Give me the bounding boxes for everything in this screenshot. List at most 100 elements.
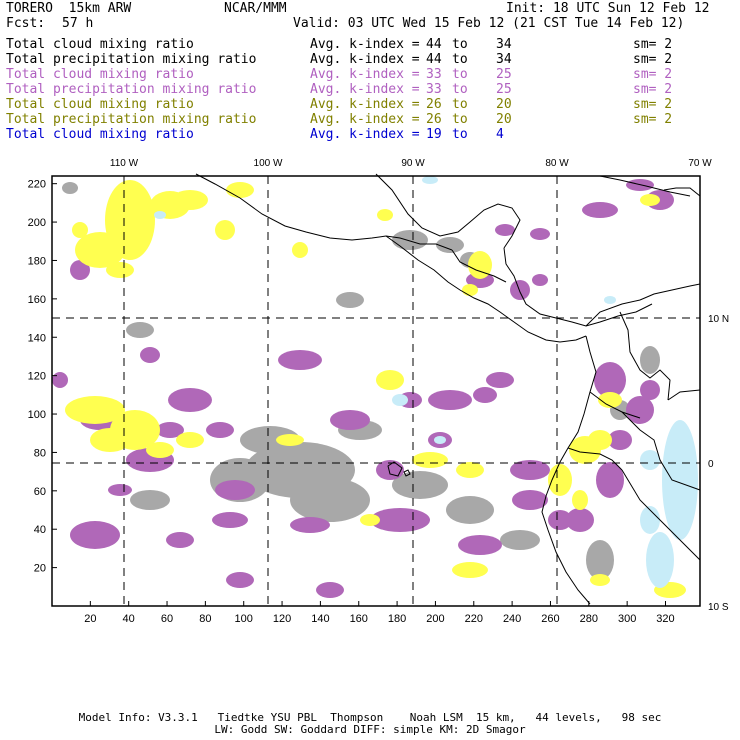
x-tick-label: 240 [503,613,521,625]
weather-map: 20 40 60 80 100 120 140 160 180 200 220 240 260 280 30… [28,158,729,625]
y-tick-label: 40 [34,524,46,536]
purple-cloud-area [52,372,68,388]
y-tick-label: 180 [28,255,46,267]
x-tick-label: 60 [161,613,173,625]
purple-cloud-area [140,347,160,363]
lightblue-cloud-area [392,394,408,406]
longitude-label: 100 W [254,158,283,169]
x-tick-label: 140 [311,613,329,625]
gray-cloud-area [446,496,494,524]
border-brazil-north [667,389,701,401]
longitude-label: 90 W [401,158,425,169]
lightblue-cloud-area [662,420,698,540]
x-tick-label: 20 [84,613,96,625]
purple-cloud-area [290,517,330,533]
x-tick-label: 100 [235,613,253,625]
model-info-line2: LW: Godd SW: Goddard DIFF: simple KM: 2D… [214,723,526,736]
x-tick-label: 160 [350,613,368,625]
coastline-south-america-north [585,283,701,327]
gray-cloud-area [126,322,154,338]
x-tick-label: 280 [580,613,598,625]
lightblue-cloud-area [646,532,674,588]
yellow-cloud-area [176,432,204,448]
longitude-label: 110 W [110,158,139,169]
x-tick-label: 320 [656,613,674,625]
yellow-cloud-area [377,209,393,221]
yellow-cloud-area [572,490,588,510]
gray-cloud-area [392,230,428,250]
lightblue-cloud-area [604,296,616,304]
purple-cloud-area [495,224,515,236]
x-tick-label: 200 [426,613,444,625]
purple-cloud-area [215,480,255,500]
latitude-label: 10 N [708,314,729,325]
yellow-cloud-area [172,190,208,210]
purple-cloud-area [566,508,594,532]
lightblue-cloud-area [422,176,438,184]
purple-cloud-area [278,350,322,370]
y-tick-label: 200 [28,217,46,229]
yellow-cloud-area [276,434,304,446]
lightblue-cloud-area [434,436,446,444]
precip-fields [52,176,698,598]
gray-cloud-area [436,237,464,253]
purple-cloud-area [168,388,212,412]
x-tick-label: 40 [123,613,135,625]
y-tick-label: 80 [34,447,46,459]
lightblue-cloud-area [154,211,166,219]
x-tick-label: 300 [618,613,636,625]
y-tick-label: 140 [28,332,46,344]
x-tick-label: 220 [465,613,483,625]
gray-cloud-area [500,530,540,550]
purple-cloud-area [473,387,497,403]
purple-cloud-area [206,422,234,438]
yellow-cloud-area [292,242,308,258]
y-tick-label: 60 [34,486,46,498]
longitude-label: 70 W [688,158,712,169]
yellow-cloud-area [146,442,174,458]
purple-cloud-area [226,572,254,588]
longitude-label: 80 W [545,158,569,169]
gray-cloud-area [62,182,78,194]
yellow-cloud-area [412,452,448,468]
yellow-cloud-area [468,251,492,279]
purple-cloud-area [428,390,472,410]
purple-cloud-area [330,410,370,430]
coastline-cuba [599,175,691,197]
yellow-cloud-area [376,370,404,390]
yellow-cloud-area [106,262,134,278]
y-tick-label: 20 [34,563,46,575]
purple-cloud-area [212,512,248,528]
latitude-label: 10 S [708,602,729,613]
y-tick-label: 220 [28,179,46,191]
latitude-label: 0 [708,459,714,470]
purple-cloud-area [510,280,530,300]
gray-cloud-area [130,490,170,510]
yellow-cloud-area [360,514,380,526]
x-tick-label: 180 [388,613,406,625]
purple-cloud-area [582,202,618,218]
lightblue-cloud-area [640,450,660,470]
purple-cloud-area [532,274,548,286]
yellow-cloud-area [588,430,612,450]
purple-cloud-area [486,372,514,388]
purple-cloud-area [70,521,120,549]
x-tick-label: 80 [199,613,211,625]
purple-cloud-area [530,228,550,240]
purple-cloud-area [316,582,344,598]
gray-cloud-area [336,292,364,308]
yellow-cloud-area [72,222,88,238]
gray-cloud-area [640,346,660,374]
yellow-cloud-area [456,462,484,478]
coastline-central-america-pacific [385,235,587,343]
x-tick-label: 260 [541,613,559,625]
purple-cloud-area [108,484,132,496]
yellow-cloud-area [65,396,125,424]
yellow-cloud-area [590,574,610,586]
yellow-cloud-area [462,284,478,296]
yellow-cloud-area [226,182,254,198]
yellow-cloud-area [452,562,488,578]
y-tick-label: 100 [28,409,46,421]
purple-cloud-area [640,380,660,400]
purple-cloud-area [166,532,194,548]
